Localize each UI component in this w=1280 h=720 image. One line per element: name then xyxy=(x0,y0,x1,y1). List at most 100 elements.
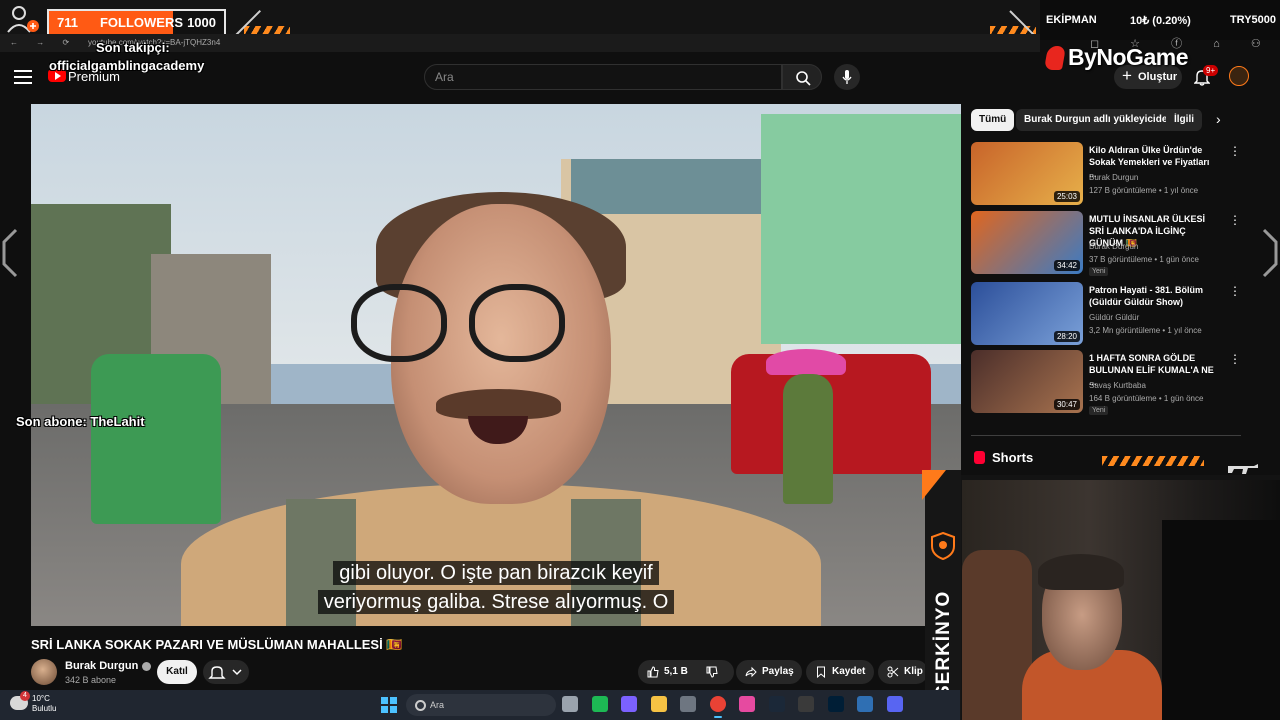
taskbar-app-virtualbox-icon[interactable] xyxy=(857,696,873,712)
chip-all[interactable]: Tümü xyxy=(971,109,1015,131)
taskbar-app-steam-icon[interactable] xyxy=(768,696,785,712)
new-badge: Yeni xyxy=(1089,267,1109,276)
taskbar-search[interactable]: Ara xyxy=(406,694,556,716)
scissors-icon xyxy=(887,666,899,678)
chip-related[interactable]: İlgili xyxy=(1166,109,1202,131)
overlay-bracket xyxy=(1262,228,1278,278)
recommended-video-channel[interactable]: Savaş Kurtbaba xyxy=(1089,381,1146,390)
bookmark-icon xyxy=(817,666,825,678)
video-thumbnail[interactable]: 30:47 xyxy=(971,350,1083,413)
video-thumbnail[interactable]: 25:03 xyxy=(971,142,1083,205)
more-options-icon[interactable]: ⋮ xyxy=(1229,144,1241,158)
streamer-hair xyxy=(1038,554,1124,590)
save-button[interactable]: Kaydet xyxy=(806,660,874,684)
taskbar-app-chrome-icon[interactable] xyxy=(709,696,726,718)
recommended-video-title[interactable]: Patron Hayati - 381. Bölüm (Güldür Güldü… xyxy=(1089,284,1219,308)
search-input[interactable]: Ara xyxy=(424,64,782,90)
video-title: SRİ LANKA SOKAK PAZARI VE MÜSLÜMAN MAHAL… xyxy=(31,637,403,652)
streamer-brand-panel: SERKİNYO xyxy=(925,470,961,720)
recommended-video-channel[interactable]: Burak Durgun xyxy=(1089,173,1138,182)
chip-from-uploader[interactable]: Burak Durgun adlı yükleyiciden xyxy=(1016,109,1182,131)
notification-badge: 9+ xyxy=(1203,65,1219,76)
like-dislike-button[interactable]: 5,1 B xyxy=(638,660,734,684)
recommended-video[interactable]: 25:03 Kilo Aldıran Ülke Ürdün'de Sokak Ye… xyxy=(971,142,1241,206)
taskbar-app-spotify-icon[interactable] xyxy=(591,696,608,712)
mustache xyxy=(436,389,561,419)
recommended-video-channel[interactable]: Burak Durgun xyxy=(1089,242,1138,251)
thumbs-down-icon[interactable] xyxy=(706,666,718,678)
streamer-name: SERKİNYO xyxy=(933,590,954,698)
add-user-icon xyxy=(7,6,39,33)
weather-badge: 4 xyxy=(20,691,30,701)
channel-avatar[interactable] xyxy=(31,659,57,685)
recommended-video-meta: 127 B görüntüleme • 1 yıl önce xyxy=(1089,186,1199,195)
overlay-bracket xyxy=(2,228,18,278)
taskbar-app-copilot-icon[interactable] xyxy=(621,696,637,712)
save-label: Kaydet xyxy=(832,666,866,677)
ticker-label: EKİPMAN xyxy=(1046,14,1097,26)
weather-condition: Bulutlu xyxy=(32,704,57,713)
search-icon xyxy=(796,71,811,86)
clip-button[interactable]: Klip xyxy=(878,660,928,684)
verified-icon xyxy=(142,661,152,671)
taskbar-app-discord-icon[interactable] xyxy=(886,696,903,712)
more-options-icon[interactable]: ⋮ xyxy=(1229,284,1241,298)
taskbar-app-file-app-icon[interactable] xyxy=(562,696,578,712)
chevron-right-icon[interactable]: › xyxy=(1216,111,1221,127)
building-green xyxy=(761,114,961,344)
video-thumbnail[interactable]: 34:42 xyxy=(971,211,1083,274)
followers-goal: 1000 xyxy=(187,15,216,30)
shield-logo-icon xyxy=(931,532,955,560)
recommended-video-meta: 164 B görüntüleme • 1 gün önce xyxy=(1089,394,1204,403)
ticker-symbol: TRY5000 xyxy=(1229,14,1276,26)
followers-label: FOLLOWERS xyxy=(99,15,184,30)
recommended-video[interactable]: 34:42 MUTLU İNSANLAR ÜLKESİ SRİ LANKA'DA … xyxy=(971,211,1241,276)
like-count: 5,1 B xyxy=(664,666,688,677)
video-thumbnail[interactable]: 28:20 xyxy=(971,282,1083,345)
subscriber-count: 342 B abone xyxy=(65,675,117,685)
taskbar-app-photoshop-icon[interactable] xyxy=(827,696,844,712)
glasses xyxy=(351,284,447,362)
subscription-bell-button[interactable] xyxy=(203,660,249,684)
browser-nav-buttons[interactable]: ← → ⟳ xyxy=(10,38,77,47)
new-badge: Yeni xyxy=(1089,406,1109,415)
last-subscriber: Son abone: TheLahit xyxy=(16,414,145,429)
caption-line: veriyormuş galiba. Strese alıyormuş. O xyxy=(31,590,961,614)
more-options-icon[interactable]: ⋮ xyxy=(1229,213,1241,227)
start-button[interactable] xyxy=(381,697,397,713)
divider xyxy=(971,435,1241,436)
recommended-video[interactable]: 30:47 1 HAFTA SONRA GÖLDE BULUNAN ELİF KU… xyxy=(971,350,1241,415)
taskbar-app-obs-icon[interactable] xyxy=(798,696,814,712)
thumbs-up-icon xyxy=(647,666,659,678)
share-icon xyxy=(745,666,757,678)
video-player[interactable]: gibi oluyor. O işte pan birazcık keyif v… xyxy=(31,104,961,626)
channel-name[interactable]: Burak Durgun xyxy=(65,660,152,672)
share-button[interactable]: Paylaş xyxy=(736,660,802,684)
taskbar-app-photos-icon[interactable] xyxy=(739,696,755,712)
taskbar-app-explorer-icon[interactable] xyxy=(650,696,667,712)
temperature: 10°C xyxy=(32,694,50,703)
join-button[interactable]: Katıl xyxy=(157,660,197,684)
webcam-feed xyxy=(962,480,1280,720)
last-follower-name: officialgamblingacademy xyxy=(49,58,205,73)
glasses xyxy=(469,284,565,362)
tuk-tuk xyxy=(91,354,221,524)
menu-icon[interactable] xyxy=(14,70,32,84)
search-button[interactable] xyxy=(782,64,822,90)
screen: 711 FOLLOWERS 1000 EKİPMAN 10₺ (0.20%) T… xyxy=(0,0,1280,720)
video-duration: 28:20 xyxy=(1053,331,1080,342)
account-avatar[interactable] xyxy=(1229,66,1249,86)
caption-line: gibi oluyor. O işte pan birazcık keyif xyxy=(31,561,961,585)
voice-search-button[interactable] xyxy=(834,64,860,90)
bell-icon xyxy=(208,666,242,679)
pedestrian xyxy=(783,374,833,504)
video-duration: 30:47 xyxy=(1053,399,1080,410)
recommended-video-channel[interactable]: Güldür Güldür xyxy=(1089,313,1139,322)
more-options-icon[interactable]: ⋮ xyxy=(1229,352,1241,366)
mic-icon xyxy=(842,70,852,84)
recommended-video[interactable]: 28:20 Patron Hayati - 381. Bölüm (Güldür … xyxy=(971,282,1241,346)
ticker-change: 10₺ (0.20%) xyxy=(1130,15,1191,27)
taskbar-app-calculator-icon[interactable] xyxy=(680,696,696,712)
weather-widget[interactable]: 4 10°C Bulutlu xyxy=(10,691,57,714)
recommended-video-meta: 37 B görüntüleme • 1 gün önce xyxy=(1089,255,1199,264)
